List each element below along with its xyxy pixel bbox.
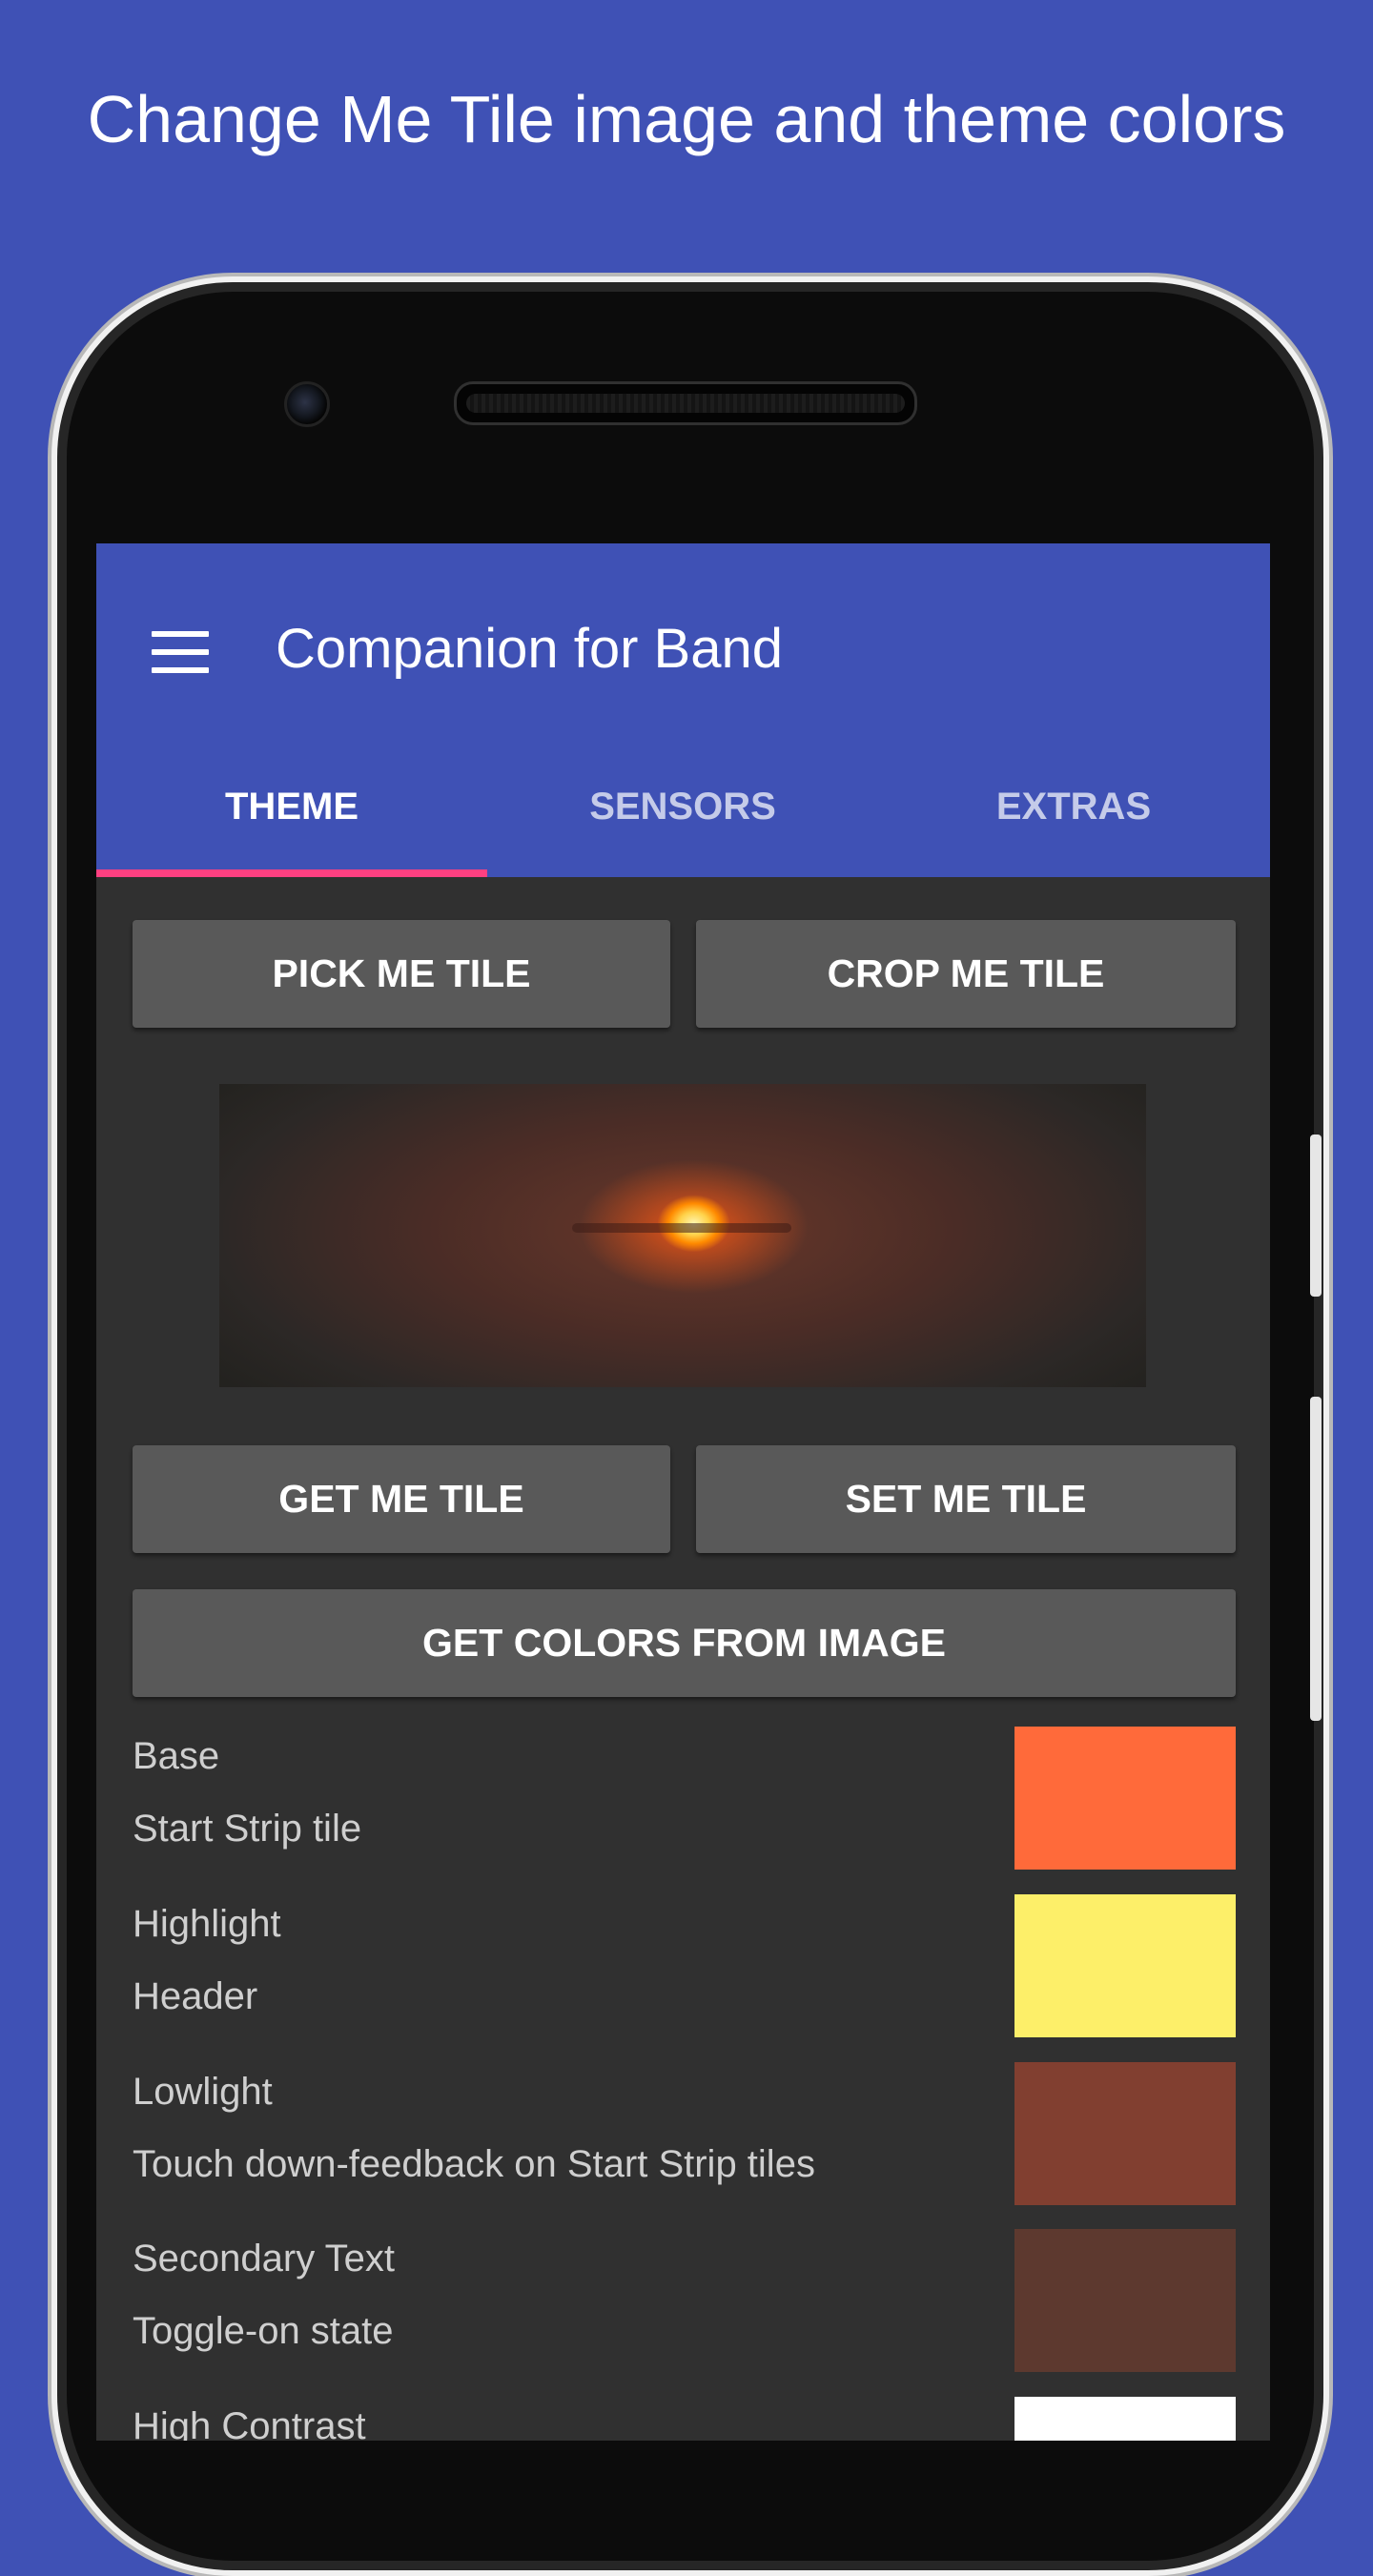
- hamburger-menu-icon[interactable]: [152, 631, 209, 673]
- tab-extras[interactable]: EXTRAS: [878, 768, 1269, 845]
- active-tab-indicator: [96, 869, 487, 877]
- app-screen: Companion for Band THEME SENSORS EXTRAS …: [96, 543, 1270, 2441]
- color-swatch[interactable]: [1014, 1727, 1236, 1870]
- color-row-base[interactable]: Base Start Strip tile: [133, 1727, 1236, 1871]
- color-description: Touch down-feedback on Start Strip tiles: [133, 2143, 815, 2185]
- get-colors-from-image-button[interactable]: GET COLORS FROM IMAGE: [133, 1589, 1236, 1697]
- color-row-secondary-text[interactable]: Secondary Text Toggle-on state: [133, 2229, 1236, 2374]
- tab-theme[interactable]: THEME: [96, 768, 487, 845]
- pick-me-tile-button[interactable]: PICK ME TILE: [133, 920, 670, 1028]
- color-name: High Contrast: [133, 2405, 366, 2441]
- color-name: Secondary Text: [133, 2238, 395, 2280]
- color-name: Highlight: [133, 1903, 281, 1945]
- get-me-tile-button[interactable]: GET ME TILE: [133, 1445, 670, 1553]
- color-name: Lowlight: [133, 2071, 273, 2113]
- earpiece-speaker: [454, 381, 917, 425]
- tab-sensors[interactable]: SENSORS: [487, 768, 878, 845]
- color-row-lowlight[interactable]: Lowlight Touch down-feedback on Start St…: [133, 2062, 1236, 2207]
- crop-me-tile-button[interactable]: CROP ME TILE: [696, 920, 1236, 1028]
- set-me-tile-button[interactable]: SET ME TILE: [696, 1445, 1236, 1553]
- app-bar: Companion for Band THEME SENSORS EXTRAS: [96, 543, 1270, 877]
- color-swatch[interactable]: [1014, 1894, 1236, 2037]
- phone-power-button: [1310, 1397, 1322, 1721]
- color-swatch[interactable]: [1014, 2062, 1236, 2205]
- color-description: Toggle-on state: [133, 2310, 394, 2352]
- color-description: Header: [133, 1975, 258, 2017]
- color-description: Start Strip tile: [133, 1808, 362, 1850]
- color-row-high-contrast[interactable]: High Contrast: [133, 2397, 1236, 2441]
- front-camera: [284, 381, 330, 427]
- color-swatch[interactable]: [1014, 2229, 1236, 2372]
- page-caption: Change Me Tile image and theme colors: [87, 82, 1286, 156]
- phone-volume-button: [1310, 1135, 1322, 1297]
- color-swatch[interactable]: [1014, 2397, 1236, 2441]
- color-name: Base: [133, 1735, 220, 1777]
- me-tile-image: [219, 1084, 1146, 1387]
- color-row-highlight[interactable]: Highlight Header: [133, 1894, 1236, 2039]
- app-title: Companion for Band: [276, 618, 783, 680]
